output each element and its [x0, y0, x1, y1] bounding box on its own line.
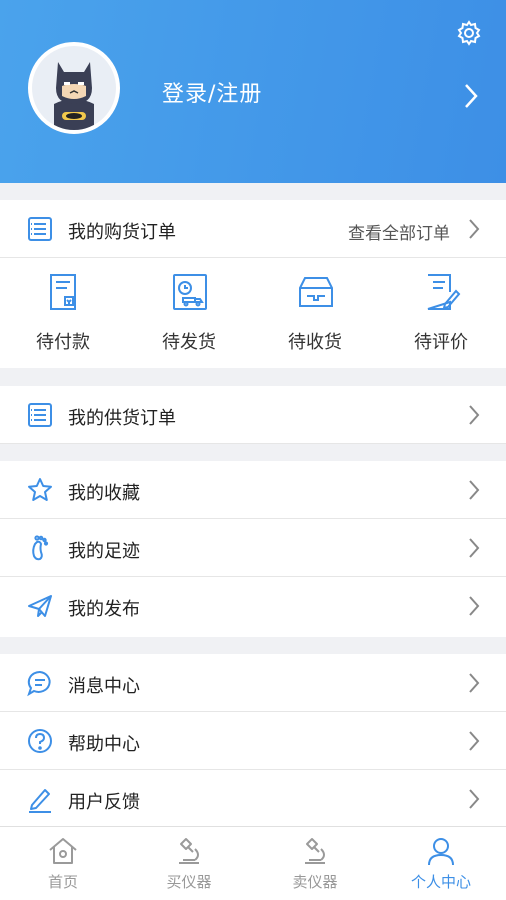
home-icon — [47, 835, 79, 867]
purchase-orders-row[interactable]: 我的购货订单 查看全部订单 — [0, 200, 506, 258]
purchase-orders-label: 我的购货订单 — [68, 222, 176, 243]
login-register-link[interactable]: 登录/注册 — [162, 76, 262, 108]
avatar[interactable] — [28, 42, 120, 134]
menu-item-messages[interactable]: 消息中心 — [0, 654, 506, 712]
supply-orders-section: 我的供货订单 — [0, 386, 506, 444]
help-icon — [26, 727, 54, 755]
chevron-right-icon — [468, 537, 480, 559]
bottom-tab-bar: 首页 买仪器 卖仪器 个人中心 — [0, 826, 506, 900]
profile-header: 登录/注册 — [0, 0, 506, 183]
message-icon — [26, 669, 54, 697]
chevron-right-icon — [468, 730, 480, 752]
pending-payment-icon — [45, 272, 83, 312]
menu-item-feedback[interactable]: 用户反馈 — [0, 770, 506, 828]
order-list-icon — [26, 215, 54, 243]
tab-personal-center[interactable]: 个人中心 — [378, 827, 504, 900]
microscope-icon — [173, 835, 205, 867]
tab-label: 个人中心 — [410, 873, 471, 891]
menu-item-help[interactable]: 帮助中心 — [0, 712, 506, 770]
footprints-label: 我的足迹 — [68, 541, 140, 562]
tile-label: 待付款 — [36, 332, 90, 353]
pen-icon — [26, 785, 54, 813]
pending-receipt-icon — [297, 272, 335, 312]
tile-label: 待发货 — [162, 332, 216, 353]
chevron-right-icon — [468, 788, 480, 810]
star-icon — [26, 476, 54, 504]
tile-label: 待收货 — [288, 332, 342, 353]
support-section: 消息中心 帮助中心 用户反馈 — [0, 654, 506, 826]
chevron-right-icon — [468, 595, 480, 617]
purchase-orders-section: 我的购货订单 查看全部订单 — [0, 200, 506, 258]
chevron-right-icon — [468, 479, 480, 501]
pending-shipment-icon — [171, 272, 209, 312]
tile-pending-receipt[interactable]: 待收货 — [252, 258, 378, 368]
microscope-sell-icon — [299, 835, 331, 867]
chevron-right-icon — [468, 218, 480, 240]
footprint-icon — [26, 534, 54, 562]
paper-plane-icon — [26, 592, 54, 620]
feedback-label: 用户反馈 — [68, 792, 140, 813]
supply-orders-label: 我的供货订单 — [68, 408, 176, 429]
help-label: 帮助中心 — [68, 734, 140, 755]
menu-item-my-posts[interactable]: 我的发布 — [0, 577, 506, 635]
view-all-orders-link[interactable]: 查看全部订单 — [348, 219, 450, 244]
tab-home[interactable]: 首页 — [0, 827, 126, 900]
menu-item-favorites[interactable]: 我的收藏 — [0, 461, 506, 519]
menu-item-footprints[interactable]: 我的足迹 — [0, 519, 506, 577]
tile-pending-payment[interactable]: 待付款 — [0, 258, 126, 368]
gear-icon[interactable] — [456, 20, 482, 46]
tile-pending-review[interactable]: 待评价 — [378, 258, 504, 368]
tab-buy-instruments[interactable]: 买仪器 — [126, 827, 252, 900]
tile-label: 待评价 — [414, 332, 468, 353]
favorites-label: 我的收藏 — [68, 483, 140, 504]
person-icon — [425, 835, 457, 867]
tab-sell-instruments[interactable]: 卖仪器 — [252, 827, 378, 900]
order-status-tiles: 待付款 待发货 待收货 待评价 — [0, 258, 506, 368]
supply-orders-row[interactable]: 我的供货订单 — [0, 386, 506, 444]
tab-label: 买仪器 — [166, 873, 212, 891]
my-posts-label: 我的发布 — [68, 599, 140, 620]
tab-label: 卖仪器 — [292, 873, 338, 891]
messages-label: 消息中心 — [68, 676, 140, 697]
tab-label: 首页 — [47, 873, 78, 891]
order-list-icon — [26, 401, 54, 429]
personal-section: 我的收藏 我的足迹 我的发布 — [0, 461, 506, 637]
chevron-right-icon — [468, 672, 480, 694]
pending-review-icon — [423, 272, 461, 312]
tile-pending-shipment[interactable]: 待发货 — [126, 258, 252, 368]
chevron-right-icon[interactable] — [462, 82, 480, 110]
chevron-right-icon — [468, 404, 480, 426]
